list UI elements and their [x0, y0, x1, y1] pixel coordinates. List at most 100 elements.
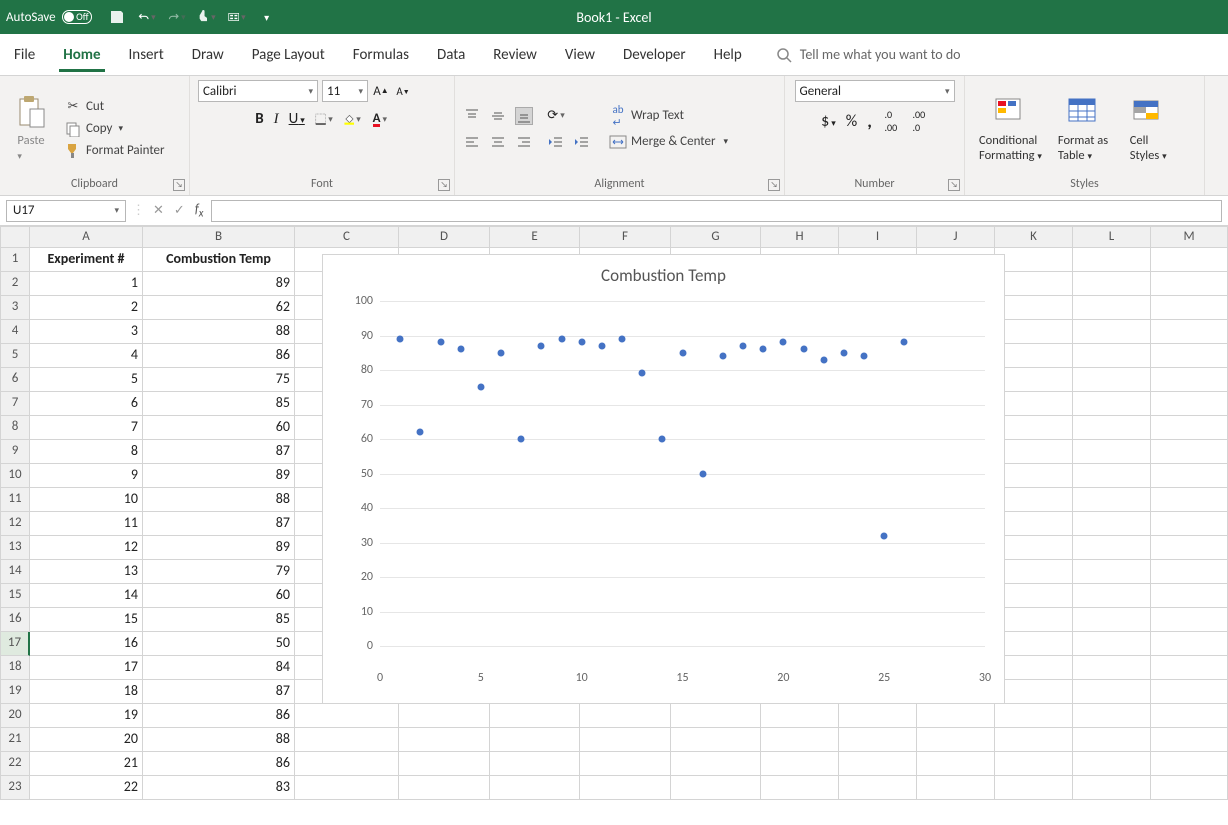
cell[interactable]: 3 [30, 320, 143, 344]
cell[interactable] [917, 776, 995, 800]
cell[interactable] [1151, 752, 1228, 776]
cell[interactable]: 5 [30, 368, 143, 392]
cell[interactable]: 21 [30, 752, 143, 776]
cell[interactable] [1151, 536, 1228, 560]
data-point[interactable] [780, 339, 787, 346]
cell[interactable] [995, 488, 1073, 512]
data-point[interactable] [760, 346, 767, 353]
cell[interactable] [1073, 584, 1151, 608]
cell[interactable] [1151, 248, 1228, 272]
row-header[interactable]: 23 [0, 776, 30, 800]
cell[interactable] [995, 272, 1073, 296]
column-header-G[interactable]: G [671, 226, 761, 248]
quick-access-icon[interactable] [228, 8, 246, 26]
cell[interactable] [1151, 440, 1228, 464]
cell[interactable]: 87 [143, 512, 295, 536]
cell[interactable] [490, 704, 580, 728]
cell[interactable] [995, 632, 1073, 656]
cell[interactable] [295, 776, 399, 800]
cell[interactable] [1073, 704, 1151, 728]
cell[interactable]: 85 [143, 608, 295, 632]
redo-icon[interactable] [168, 8, 186, 26]
cell[interactable] [490, 776, 580, 800]
cell[interactable] [1151, 632, 1228, 656]
cell[interactable] [1151, 512, 1228, 536]
cell[interactable] [995, 344, 1073, 368]
merge-center-button[interactable]: Merge & Center▾ [605, 132, 732, 152]
row-header[interactable]: 6 [0, 368, 30, 392]
cell[interactable]: 88 [143, 728, 295, 752]
cell[interactable] [995, 392, 1073, 416]
row-header[interactable]: 1 [0, 248, 30, 272]
column-header-M[interactable]: M [1151, 226, 1228, 248]
orientation-icon[interactable]: ⟳ [547, 107, 565, 125]
cell[interactable] [995, 248, 1073, 272]
cut-button[interactable]: ✂Cut [60, 97, 169, 117]
formula-input[interactable] [211, 200, 1222, 222]
cell[interactable] [917, 752, 995, 776]
cell[interactable]: 7 [30, 416, 143, 440]
cell[interactable] [995, 752, 1073, 776]
cell[interactable]: 14 [30, 584, 143, 608]
cell[interactable]: 11 [30, 512, 143, 536]
cell[interactable]: 8 [30, 440, 143, 464]
data-point[interactable] [901, 339, 908, 346]
cell[interactable] [399, 728, 490, 752]
cell[interactable]: 18 [30, 680, 143, 704]
cell[interactable] [1151, 704, 1228, 728]
data-point[interactable] [477, 384, 484, 391]
underline-button[interactable]: U ▾ [289, 110, 305, 128]
cell[interactable]: 15 [30, 608, 143, 632]
row-header[interactable]: 19 [0, 680, 30, 704]
autosave-toggle[interactable]: AutoSave Off [6, 10, 92, 25]
cell[interactable] [1073, 728, 1151, 752]
column-header-J[interactable]: J [917, 226, 995, 248]
data-point[interactable] [861, 353, 868, 360]
fx-icon[interactable]: fx [195, 202, 204, 220]
cell[interactable]: 10 [30, 488, 143, 512]
cell[interactable] [1151, 560, 1228, 584]
increase-decimal-icon[interactable]: .0.00 [882, 112, 900, 130]
cell[interactable] [1151, 320, 1228, 344]
cell[interactable] [1073, 608, 1151, 632]
cancel-formula-icon[interactable]: ✕ [153, 203, 164, 218]
cell[interactable] [1151, 368, 1228, 392]
align-bottom-icon[interactable] [515, 107, 533, 125]
cell[interactable]: 6 [30, 392, 143, 416]
cell[interactable] [1073, 560, 1151, 584]
cell[interactable] [995, 776, 1073, 800]
cell[interactable]: Experiment # [30, 248, 143, 272]
select-all-corner[interactable] [0, 226, 30, 248]
data-point[interactable] [598, 342, 605, 349]
accounting-format-button[interactable]: $ ▾ [821, 112, 836, 131]
column-header-I[interactable]: I [839, 226, 917, 248]
cell[interactable]: 17 [30, 656, 143, 680]
cell[interactable] [761, 752, 839, 776]
tab-developer[interactable]: Developer [619, 38, 690, 72]
row-header[interactable]: 4 [0, 320, 30, 344]
enter-formula-icon[interactable]: ✓ [174, 203, 185, 218]
cell[interactable] [1073, 272, 1151, 296]
borders-icon[interactable] [315, 110, 333, 128]
data-point[interactable] [538, 342, 545, 349]
cell-styles-button[interactable]: CellStyles ▾ [1118, 95, 1178, 163]
row-header[interactable]: 14 [0, 560, 30, 584]
cell[interactable] [1151, 488, 1228, 512]
cell[interactable]: 22 [30, 776, 143, 800]
data-point[interactable] [719, 353, 726, 360]
cell[interactable] [1151, 728, 1228, 752]
cell[interactable]: 60 [143, 584, 295, 608]
cell[interactable] [1151, 296, 1228, 320]
data-point[interactable] [457, 346, 464, 353]
fill-color-icon[interactable] [343, 110, 361, 128]
cell[interactable]: 12 [30, 536, 143, 560]
cell[interactable] [917, 704, 995, 728]
decrease-font-icon[interactable]: A▼ [394, 82, 412, 100]
data-point[interactable] [498, 349, 505, 356]
cell[interactable] [1151, 272, 1228, 296]
row-header[interactable]: 3 [0, 296, 30, 320]
increase-indent-icon[interactable] [573, 133, 591, 151]
row-header[interactable]: 5 [0, 344, 30, 368]
cell[interactable] [1151, 656, 1228, 680]
decrease-decimal-icon[interactable]: .00.0 [910, 112, 928, 130]
